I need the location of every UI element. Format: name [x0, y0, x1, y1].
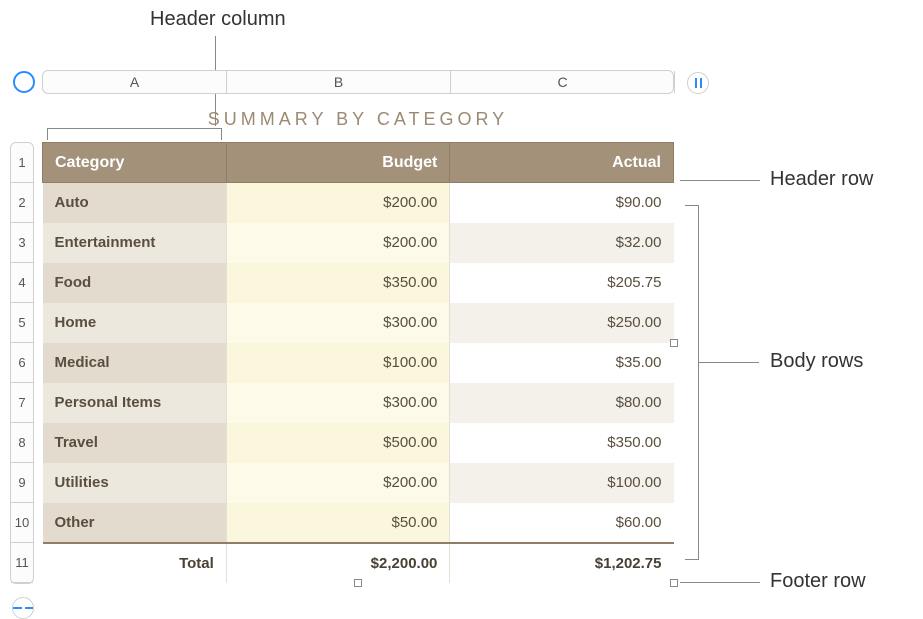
category-cell[interactable]: Home: [43, 303, 227, 343]
category-cell[interactable]: Medical: [43, 343, 227, 383]
callout-body-rows: Body rows: [770, 350, 863, 373]
table-row[interactable]: Utilities$200.00$100.00: [43, 463, 674, 503]
category-cell[interactable]: Utilities: [43, 463, 227, 503]
table-row[interactable]: Entertainment$200.00$32.00: [43, 223, 674, 263]
category-cell[interactable]: Entertainment: [43, 223, 227, 263]
row-header-11[interactable]: 11: [11, 543, 33, 583]
budget-cell[interactable]: $200.00: [226, 463, 450, 503]
column-header-a[interactable]: A: [43, 71, 227, 93]
column-header-bar[interactable]: A B C: [42, 70, 674, 94]
actual-cell[interactable]: $35.00: [450, 343, 674, 383]
budget-cell[interactable]: $300.00: [226, 303, 450, 343]
selection-handle[interactable]: [354, 579, 362, 587]
header-budget[interactable]: Budget: [226, 143, 450, 183]
row-header-2[interactable]: 2: [11, 183, 33, 223]
row-header-9[interactable]: 9: [11, 463, 33, 503]
callout-footer-row: Footer row: [770, 570, 866, 593]
callout-header-row: Header row: [770, 168, 873, 191]
table-row[interactable]: Food$350.00$205.75: [43, 263, 674, 303]
callout-line: [699, 362, 759, 363]
row-header-7[interactable]: 7: [11, 383, 33, 423]
budget-table[interactable]: Category Budget Actual Auto$200.00$90.00…: [42, 142, 674, 583]
budget-cell[interactable]: $50.00: [226, 503, 450, 543]
footer-budget[interactable]: $2,200.00: [226, 543, 450, 583]
callout-line: [680, 180, 760, 181]
table-row[interactable]: Personal Items$300.00$80.00: [43, 383, 674, 423]
table-body: Auto$200.00$90.00Entertainment$200.00$32…: [43, 183, 674, 543]
row-header-3[interactable]: 3: [11, 223, 33, 263]
callout-bracket: [685, 205, 699, 560]
actual-cell[interactable]: $32.00: [450, 223, 674, 263]
callout-header-column: Header column: [150, 8, 286, 31]
table-row[interactable]: Other$50.00$60.00: [43, 503, 674, 543]
column-header-c[interactable]: C: [451, 71, 675, 93]
table-row[interactable]: Travel$500.00$350.00: [43, 423, 674, 463]
row-header-bar[interactable]: 1 2 3 4 5 6 7 8 9 10 11: [10, 142, 34, 584]
row-header-5[interactable]: 5: [11, 303, 33, 343]
row-header-8[interactable]: 8: [11, 423, 33, 463]
row-header-10[interactable]: 10: [11, 503, 33, 543]
row-header-6[interactable]: 6: [11, 343, 33, 383]
selection-handle[interactable]: [670, 339, 678, 347]
actual-cell[interactable]: $250.00: [450, 303, 674, 343]
add-column-button[interactable]: [687, 72, 709, 94]
budget-cell[interactable]: $200.00: [226, 183, 450, 223]
footer-actual[interactable]: $1,202.75: [450, 543, 674, 583]
actual-cell[interactable]: $100.00: [450, 463, 674, 503]
category-cell[interactable]: Travel: [43, 423, 227, 463]
category-cell[interactable]: Auto: [43, 183, 227, 223]
budget-cell[interactable]: $100.00: [226, 343, 450, 383]
category-cell[interactable]: Personal Items: [43, 383, 227, 423]
table-row[interactable]: Auto$200.00$90.00: [43, 183, 674, 223]
table-footer-row[interactable]: Total $2,200.00 $1,202.75: [43, 543, 674, 583]
budget-table-container: SUMMARY BY CATEGORY Category Budget Actu…: [42, 104, 674, 583]
table-header-row[interactable]: Category Budget Actual: [43, 143, 674, 183]
spreadsheet-area: A B C 1 2 3 4 5 6 7 8 9 10 11 SUMMARY BY…: [10, 70, 690, 94]
row-header-1[interactable]: 1: [11, 143, 33, 183]
table-row[interactable]: Home$300.00$250.00: [43, 303, 674, 343]
budget-cell[interactable]: $350.00: [226, 263, 450, 303]
actual-cell[interactable]: $350.00: [450, 423, 674, 463]
column-header-b[interactable]: B: [227, 71, 451, 93]
table-title: SUMMARY BY CATEGORY: [42, 104, 674, 142]
callout-line: [680, 582, 760, 583]
actual-cell[interactable]: $60.00: [450, 503, 674, 543]
selection-handle[interactable]: [670, 579, 678, 587]
budget-cell[interactable]: $200.00: [226, 223, 450, 263]
header-category[interactable]: Category: [43, 143, 227, 183]
actual-cell[interactable]: $90.00: [450, 183, 674, 223]
header-actual[interactable]: Actual: [450, 143, 674, 183]
budget-cell[interactable]: $300.00: [226, 383, 450, 423]
category-cell[interactable]: Other: [43, 503, 227, 543]
add-row-button[interactable]: [12, 597, 34, 619]
select-all-button[interactable]: [13, 71, 35, 93]
table-row[interactable]: Medical$100.00$35.00: [43, 343, 674, 383]
actual-cell[interactable]: $205.75: [450, 263, 674, 303]
category-cell[interactable]: Food: [43, 263, 227, 303]
footer-label[interactable]: Total: [43, 543, 227, 583]
budget-cell[interactable]: $500.00: [226, 423, 450, 463]
row-header-4[interactable]: 4: [11, 263, 33, 303]
actual-cell[interactable]: $80.00: [450, 383, 674, 423]
